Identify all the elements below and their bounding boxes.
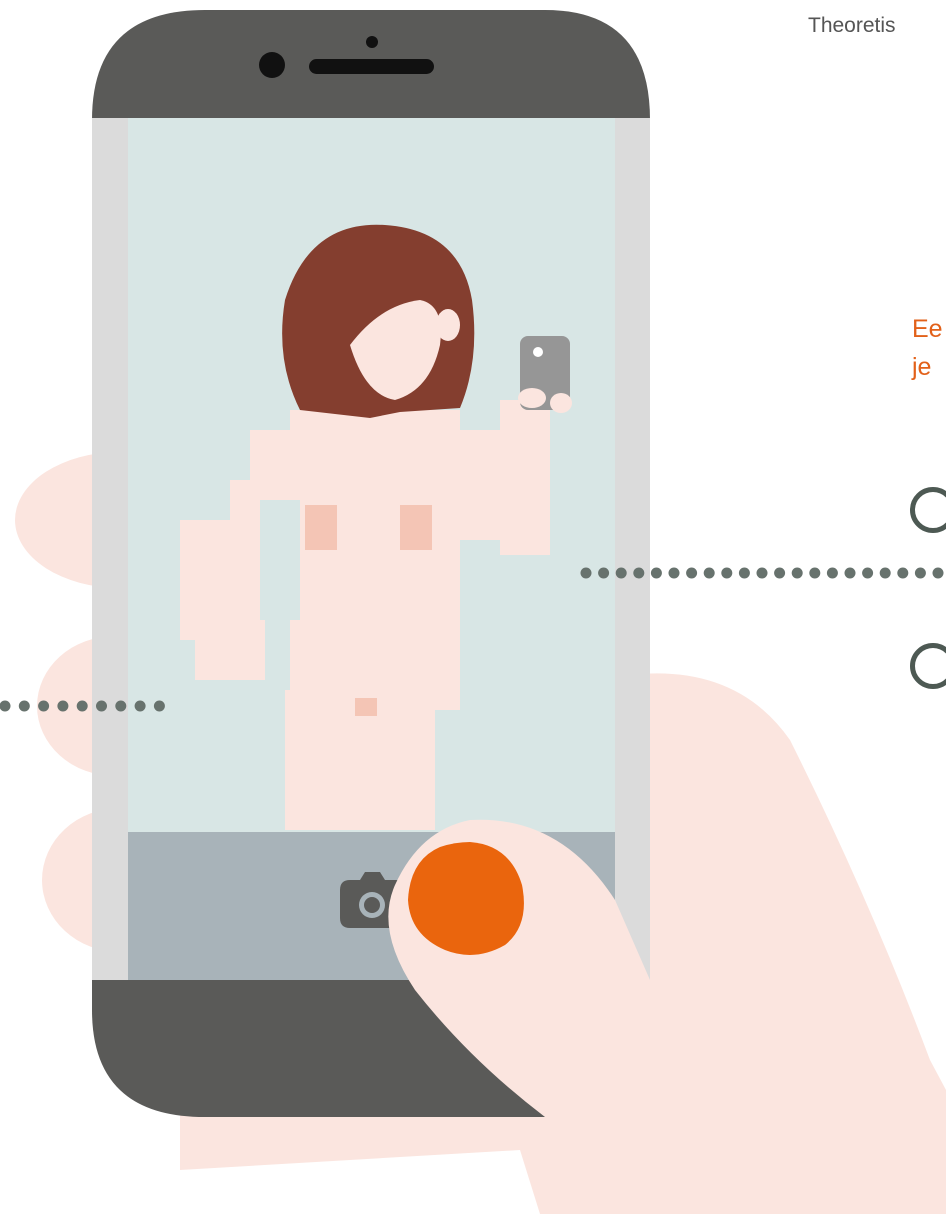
question-line-1: Ee	[912, 315, 943, 343]
connector-dot	[76, 700, 88, 712]
connector-dot	[38, 700, 50, 712]
connector-dot	[721, 567, 733, 579]
pixel-patch-low	[355, 698, 377, 716]
connector-dot	[774, 567, 786, 579]
connector-dot	[650, 567, 662, 579]
connector-dot	[686, 567, 698, 579]
connector-dot	[738, 567, 750, 579]
connector-dot	[826, 567, 838, 579]
connector-dot	[914, 567, 926, 579]
connector-dot	[134, 700, 146, 712]
held-phone-camera	[533, 347, 543, 357]
connector-dot	[633, 567, 645, 579]
pixel-patch-right	[400, 505, 432, 550]
connector-dot	[862, 567, 874, 579]
connector-dot	[57, 700, 69, 712]
connector-dot	[668, 567, 680, 579]
hand-thumb	[550, 393, 572, 413]
dotted-line-left	[0, 700, 165, 712]
connector-dot	[615, 567, 627, 579]
speaker-grill	[309, 59, 434, 74]
connector-dot	[96, 700, 107, 712]
pixel-patch-left	[305, 505, 337, 550]
connector-dot	[115, 700, 127, 712]
ear	[436, 309, 460, 341]
phone-side-left	[92, 118, 128, 980]
connector-dot	[809, 567, 821, 579]
question-text: Ee je	[912, 310, 943, 386]
connector-dot	[897, 567, 909, 579]
connector-dot	[756, 567, 768, 579]
question-line-2: je	[912, 353, 932, 381]
connector-dot	[703, 567, 715, 579]
header-text: Theoretis	[808, 14, 896, 37]
sensor-dot	[366, 36, 378, 48]
connector-dot	[598, 567, 610, 579]
connector-dot	[791, 567, 803, 579]
connector-dot	[153, 700, 165, 712]
front-camera	[259, 52, 285, 78]
connector-dot	[932, 567, 944, 579]
connector-dot	[879, 567, 891, 579]
connector-dot	[844, 567, 856, 579]
connector-dot	[0, 700, 11, 712]
hand-holding-phone	[518, 388, 546, 408]
dotted-line-right	[580, 567, 944, 579]
phone-side-right	[615, 118, 650, 980]
illustration-scene	[0, 10, 946, 1214]
connector-dot	[18, 700, 30, 712]
connector-dot	[580, 567, 592, 579]
